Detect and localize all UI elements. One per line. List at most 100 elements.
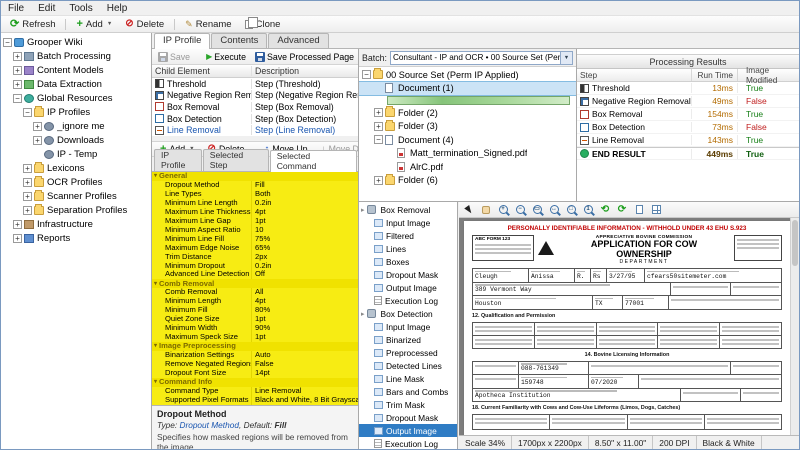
- diag-group-box-detection[interactable]: ▸Box Detection: [359, 307, 457, 320]
- viewer-tool-multi-page-view[interactable]: [648, 203, 664, 217]
- save-processed-page-button[interactable]: Save Processed Page: [251, 50, 358, 64]
- viewer-tool-single-page-view[interactable]: [631, 203, 647, 217]
- property-category-command-info[interactable]: ▾Command Info: [152, 378, 358, 387]
- batch-node-folder-3[interactable]: +Folder (3): [359, 120, 576, 134]
- delete-button[interactable]: ⊘Delete: [119, 17, 170, 32]
- property-row-quiet-zone-size[interactable]: Quiet Zone Size1pt: [152, 315, 358, 324]
- property-row-dropout-method[interactable]: Dropout MethodFill: [152, 181, 358, 190]
- child-element-row-box-removal[interactable]: Box RemovalStep (Box Removal): [152, 101, 358, 113]
- property-row-minimum-dropout[interactable]: Minimum Dropout0.2in: [152, 262, 358, 271]
- viewer-tool-zoom-in[interactable]: +: [495, 203, 511, 217]
- expand-icon[interactable]: +: [13, 234, 22, 243]
- expand-icon[interactable]: +: [374, 108, 383, 117]
- child-element-row-threshold[interactable]: ThresholdStep (Threshold): [152, 78, 358, 90]
- result-row-negative-region-removal[interactable]: Negative Region Removal49msFalse: [577, 95, 799, 108]
- diag-item-box-detection-trim-mask[interactable]: Trim Mask: [359, 398, 457, 411]
- viewer-tool-rotate-left[interactable]: ⟲: [597, 203, 613, 217]
- tree-item-ignore-me[interactable]: +_ignore me: [1, 119, 151, 133]
- expand-icon[interactable]: +: [13, 80, 22, 89]
- viewer-scrollbar[interactable]: [790, 218, 799, 435]
- tree-item-reports[interactable]: +Reports: [1, 231, 151, 245]
- expand-icon[interactable]: +: [13, 220, 22, 229]
- tab-selected-command[interactable]: Selected Command: [270, 150, 357, 172]
- tree-item-infrastructure[interactable]: +Infrastructure: [1, 217, 151, 231]
- expand-icon[interactable]: +: [33, 122, 42, 131]
- expand-icon[interactable]: +: [13, 52, 22, 61]
- diag-item-box-detection-execution-log[interactable]: Execution Log: [359, 437, 457, 449]
- property-row-minimum-length[interactable]: Minimum Length4pt: [152, 297, 358, 306]
- property-value[interactable]: Both: [252, 190, 358, 199]
- collapse-icon[interactable]: −: [362, 70, 371, 79]
- property-value[interactable]: 4pt: [252, 297, 358, 306]
- diag-item-box-detection-preprocessed[interactable]: Preprocessed: [359, 346, 457, 359]
- viewer-tool-zoom-out[interactable]: −: [512, 203, 528, 217]
- property-row-minimum-aspect-ratio[interactable]: Minimum Aspect Ratio10: [152, 226, 358, 235]
- property-value[interactable]: 0.2in: [252, 199, 358, 208]
- tab-selected-step[interactable]: Selected Step: [203, 149, 269, 171]
- tree-item-grooper-wiki[interactable]: −Grooper Wiki: [1, 35, 151, 49]
- property-row-maximum-line-gap[interactable]: Maximum Line Gap1pt: [152, 217, 358, 226]
- collapse-icon[interactable]: −: [3, 38, 12, 47]
- diag-item-box-detection-input-image[interactable]: Input Image: [359, 320, 457, 333]
- expand-icon[interactable]: +: [13, 66, 22, 75]
- clone-button[interactable]: Clone: [239, 17, 287, 32]
- scrollbar-thumb[interactable]: [792, 220, 798, 266]
- tab-contents[interactable]: Contents: [211, 33, 267, 48]
- viewer-tool-pointer[interactable]: [461, 203, 477, 217]
- child-element-row-box-detection[interactable]: Box DetectionStep (Box Detection): [152, 113, 358, 125]
- expand-icon[interactable]: +: [23, 206, 32, 215]
- property-value[interactable]: Black and White, 8 Bit Grayscale, 24: [252, 396, 358, 405]
- property-value[interactable]: Off: [252, 270, 358, 279]
- property-value[interactable]: 0.2in: [252, 262, 358, 271]
- property-value[interactable]: 75%: [252, 235, 358, 244]
- expand-icon[interactable]: +: [23, 164, 32, 173]
- batch-node-alrc-pdf[interactable]: AlrC.pdf: [359, 160, 576, 174]
- property-category-image-preprocessing[interactable]: ▾Image Preprocessing: [152, 342, 358, 351]
- expand-icon[interactable]: +: [374, 122, 383, 131]
- property-row-minimum-width[interactable]: Minimum Width90%: [152, 324, 358, 333]
- tree-item-ip-profiles[interactable]: −IP Profiles: [1, 105, 151, 119]
- rename-button[interactable]: ✎Rename: [179, 17, 237, 32]
- expand-icon[interactable]: +: [23, 178, 32, 187]
- diag-item-box-detection-detected-lines[interactable]: Detected Lines: [359, 359, 457, 372]
- tab-advanced[interactable]: Advanced: [268, 33, 328, 48]
- diag-item-box-removal-execution-log[interactable]: Execution Log: [359, 294, 457, 307]
- collapse-icon[interactable]: −: [23, 108, 32, 117]
- tab-ip-profile[interactable]: IP Profile: [154, 149, 202, 171]
- property-row-maximum-edge-noise[interactable]: Maximum Edge Noise65%: [152, 244, 358, 253]
- property-row-remove-negated-regions[interactable]: Remove Negated RegionsFalse: [152, 360, 358, 369]
- diag-group-box-removal[interactable]: ▸Box Removal: [359, 203, 457, 216]
- tree-item-data-extraction[interactable]: +Data Extraction: [1, 77, 151, 91]
- tree-item-scanner-profiles[interactable]: +Scanner Profiles: [1, 189, 151, 203]
- batch-node-00-source-set-perm-ip-applied[interactable]: −00 Source Set (Perm IP Applied): [359, 68, 576, 82]
- tree-item-downloads[interactable]: +Downloads: [1, 133, 151, 147]
- tree-item-ocr-profiles[interactable]: +OCR Profiles: [1, 175, 151, 189]
- collapse-icon[interactable]: −: [374, 135, 383, 144]
- batch-node-document-4[interactable]: −Document (4): [359, 133, 576, 147]
- property-category-general[interactable]: ▾General: [152, 172, 358, 181]
- property-value[interactable]: Line Removal: [252, 387, 358, 396]
- property-row-supported-pixel-formats[interactable]: Supported Pixel FormatsBlack and White, …: [152, 396, 358, 405]
- property-value[interactable]: All: [252, 288, 358, 297]
- diag-item-box-detection-bars-and-combs[interactable]: Bars and Combs: [359, 385, 457, 398]
- diag-item-box-removal-filtered[interactable]: Filtered: [359, 229, 457, 242]
- property-value[interactable]: False: [252, 360, 358, 369]
- property-category-comb-removal[interactable]: ▾Comb Removal: [152, 279, 358, 288]
- property-value[interactable]: 2px: [252, 253, 358, 262]
- property-row-trim-distance[interactable]: Trim Distance2px: [152, 253, 358, 262]
- menu-file[interactable]: File: [1, 1, 31, 15]
- child-element-row-negative-region-removal[interactable]: Negative Region RemovalStep (Negative Re…: [152, 90, 358, 102]
- property-row-line-types[interactable]: Line TypesBoth: [152, 190, 358, 199]
- batch-selector[interactable]: Consultant - IP and OCR • 00 Source Set …: [390, 51, 573, 65]
- property-row-minimum-line-fill[interactable]: Minimum Line Fill75%: [152, 235, 358, 244]
- property-value[interactable]: 1pt: [252, 315, 358, 324]
- tree-item-content-models[interactable]: +Content Models: [1, 63, 151, 77]
- property-value[interactable]: 14pt: [252, 369, 358, 378]
- expand-icon[interactable]: +: [33, 136, 42, 145]
- diag-item-box-detection-binarized[interactable]: Binarized: [359, 333, 457, 346]
- property-value[interactable]: 10: [252, 226, 358, 235]
- diag-item-box-detection-dropout-mask[interactable]: Dropout Mask: [359, 411, 457, 424]
- viewer-tool-fit-page[interactable]: □: [563, 203, 579, 217]
- chevron-down-icon[interactable]: ▼: [560, 52, 572, 64]
- diag-item-box-removal-output-image[interactable]: Output Image: [359, 281, 457, 294]
